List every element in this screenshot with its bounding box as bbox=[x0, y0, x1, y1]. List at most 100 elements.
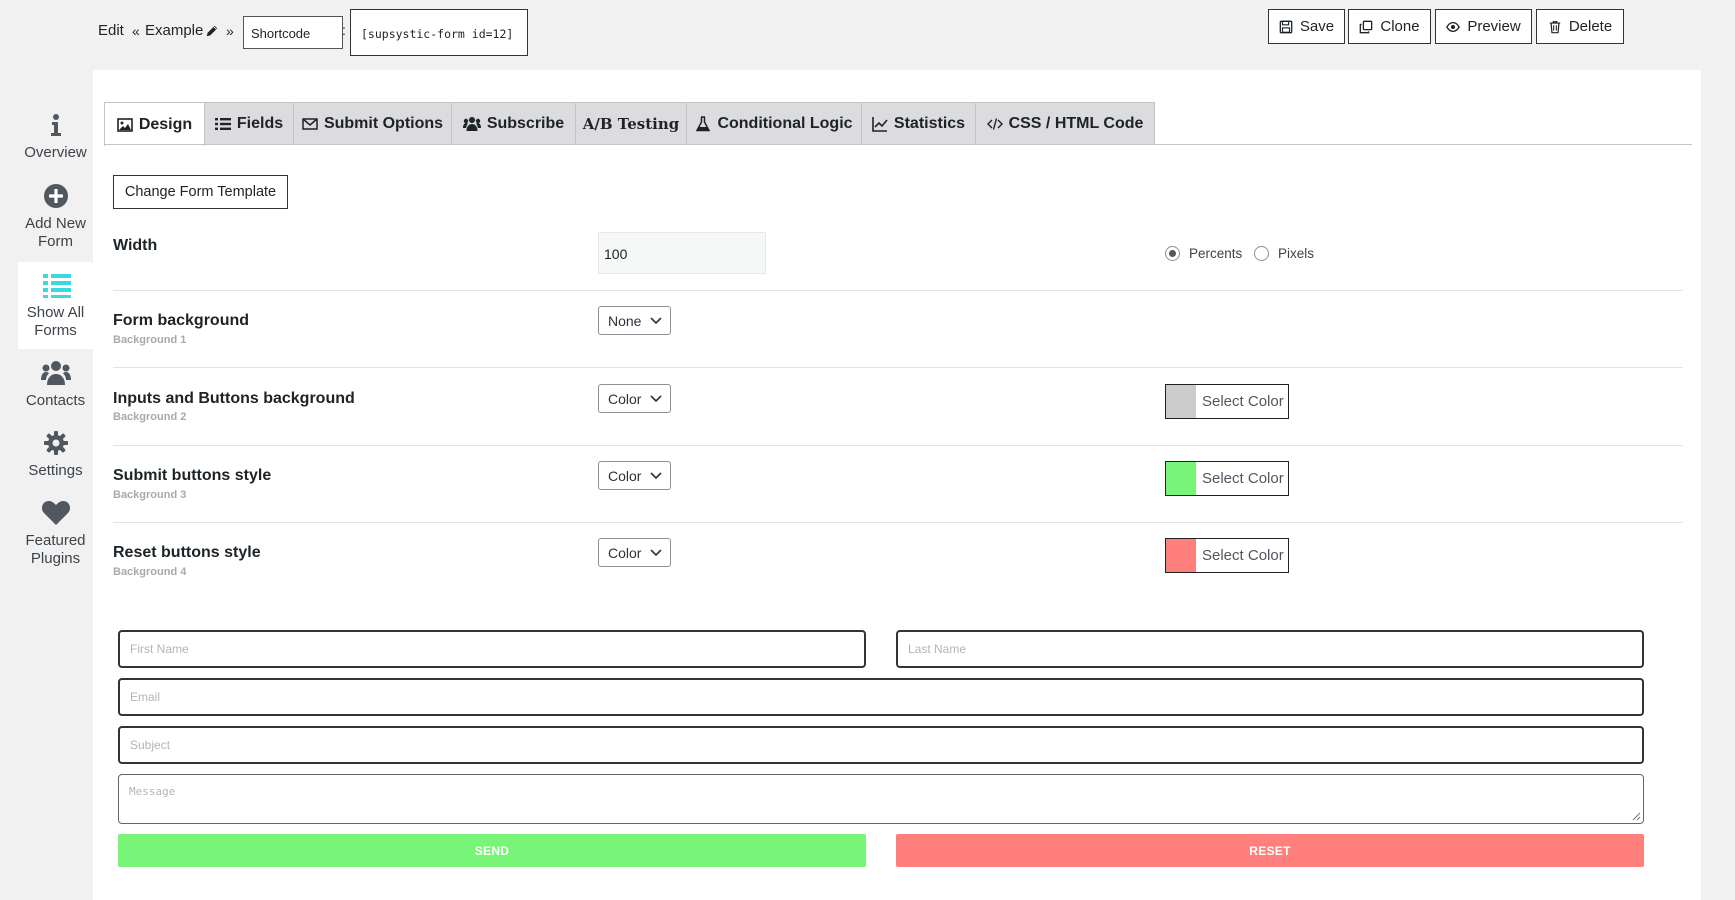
breadcrumb-separator: » bbox=[226, 23, 234, 39]
delete-button-label: Delete bbox=[1568, 18, 1613, 35]
eye-icon bbox=[1446, 20, 1461, 34]
list-icon bbox=[214, 116, 231, 132]
select-color-label: Select Color bbox=[1202, 547, 1284, 564]
form-background-label: Form background bbox=[113, 312, 250, 329]
shortcode-value[interactable]: [supsystic-form id=12] bbox=[350, 9, 528, 56]
tab-label: Subscribe bbox=[486, 115, 565, 132]
breadcrumb-separator: « bbox=[132, 23, 140, 39]
form-background-select[interactable]: None bbox=[598, 306, 671, 335]
trash-icon bbox=[1548, 20, 1562, 34]
tab-conditional-logic[interactable]: Conditional Logic bbox=[687, 102, 862, 145]
tab-design[interactable]: Design bbox=[104, 102, 205, 146]
pixels-radio-label: Pixels bbox=[1278, 246, 1315, 261]
gear-icon bbox=[43, 430, 69, 456]
top-bar: Edit « Example » Shortcode : [supsystic-… bbox=[0, 0, 1735, 60]
tab-ab-testing[interactable]: A/B Testing bbox=[576, 102, 687, 145]
sidebar-item-contacts[interactable]: Contacts bbox=[18, 360, 93, 416]
send-button[interactable]: SEND bbox=[118, 834, 866, 867]
delete-button[interactable]: Delete bbox=[1536, 9, 1624, 44]
row-divider bbox=[113, 445, 1683, 446]
sidebar-item-featured-plugins[interactable]: Featured Plugins bbox=[18, 500, 93, 570]
message-textarea[interactable]: Message bbox=[118, 774, 1644, 824]
tab-label: Fields bbox=[236, 115, 284, 132]
sidebar-item-add-new-form[interactable]: Add New Form bbox=[18, 183, 93, 253]
clone-icon bbox=[1359, 20, 1373, 34]
sidebar-item-label: Add New bbox=[25, 215, 86, 232]
save-button[interactable]: Save bbox=[1268, 9, 1345, 44]
clone-button-label: Clone bbox=[1380, 18, 1420, 35]
sidebar-item-show-all-forms[interactable]: Show All Forms bbox=[18, 262, 93, 349]
tab-label: Conditional Logic bbox=[717, 115, 853, 132]
tab-submit-options[interactable]: Submit Options bbox=[294, 102, 452, 145]
percents-radio-label: Percents bbox=[1189, 246, 1243, 261]
message-placeholder: Message bbox=[129, 785, 176, 798]
tab-statistics[interactable]: Statistics bbox=[862, 102, 976, 145]
users-icon bbox=[40, 360, 71, 386]
submit-buttons-style-label: Submit buttons style bbox=[113, 467, 272, 484]
percents-radio[interactable] bbox=[1165, 246, 1180, 261]
sidebar-item-label: Forms bbox=[34, 322, 77, 339]
last-name-input[interactable]: Last Name bbox=[896, 630, 1644, 668]
color-swatch bbox=[1166, 539, 1196, 572]
inputs-buttons-background-sub: Background 2 bbox=[113, 411, 187, 423]
form-name: Example bbox=[145, 22, 204, 39]
tab-label: Statistics bbox=[893, 115, 966, 132]
change-form-template-button[interactable]: Change Form Template bbox=[113, 175, 288, 209]
code-icon bbox=[986, 116, 1003, 132]
chevron-down-icon bbox=[650, 316, 662, 326]
shortcode-label[interactable]: Shortcode bbox=[243, 16, 343, 49]
inputs-buttons-color-picker[interactable]: Select Color bbox=[1165, 384, 1289, 419]
pixels-radio[interactable] bbox=[1254, 246, 1269, 261]
select-value: Color bbox=[608, 468, 642, 484]
inputs-buttons-background-select[interactable]: Color bbox=[598, 384, 671, 413]
color-swatch bbox=[1166, 385, 1196, 418]
email-input[interactable]: Email bbox=[118, 678, 1644, 716]
tab-subscribe[interactable]: Subscribe bbox=[452, 102, 576, 145]
sidebar-item-label: Contacts bbox=[25, 392, 86, 409]
form-background-sub: Background 1 bbox=[113, 334, 187, 346]
submit-buttons-color-picker[interactable]: Select Color bbox=[1165, 461, 1289, 496]
select-value: None bbox=[608, 313, 642, 329]
pencil-icon[interactable] bbox=[205, 24, 219, 38]
tab-css-html-code[interactable]: CSS / HTML Code bbox=[976, 102, 1155, 145]
preview-button[interactable]: Preview bbox=[1435, 9, 1532, 44]
reset-buttons-style-sub: Background 4 bbox=[113, 566, 187, 578]
chevron-down-icon bbox=[650, 548, 662, 558]
plus-circle-icon bbox=[43, 183, 69, 209]
tab-fields[interactable]: Fields bbox=[205, 102, 294, 145]
sidebar-item-label: Featured bbox=[25, 532, 86, 549]
clone-button[interactable]: Clone bbox=[1348, 9, 1431, 44]
select-color-label: Select Color bbox=[1202, 470, 1284, 487]
subject-input[interactable]: Subject bbox=[118, 726, 1644, 764]
sidebar-item-label: Show All bbox=[26, 304, 85, 321]
users-icon bbox=[462, 116, 481, 132]
submit-buttons-style-select[interactable]: Color bbox=[598, 461, 671, 490]
chart-line-icon bbox=[872, 116, 888, 132]
select-value: Color bbox=[608, 391, 642, 407]
flask-icon bbox=[695, 116, 711, 132]
tab-label: A/B Testing bbox=[582, 115, 680, 133]
resize-handle-icon[interactable] bbox=[1632, 812, 1641, 821]
inputs-buttons-background-label: Inputs and Buttons background bbox=[113, 390, 355, 407]
chevron-down-icon bbox=[650, 394, 662, 404]
reset-buttons-color-picker[interactable]: Select Color bbox=[1165, 538, 1289, 573]
sidebar-item-settings[interactable]: Settings bbox=[18, 430, 93, 486]
select-color-label: Select Color bbox=[1202, 393, 1284, 410]
sidebar-item-label: Settings bbox=[28, 462, 83, 479]
reset-button[interactable]: RESET bbox=[896, 834, 1644, 867]
sidebar-item-label: Plugins bbox=[30, 550, 81, 567]
reset-buttons-style-select[interactable]: Color bbox=[598, 538, 671, 567]
row-divider bbox=[113, 367, 1683, 368]
tabs-divider bbox=[104, 144, 1692, 145]
sidebar-item-overview[interactable]: Overview bbox=[18, 112, 93, 168]
row-divider bbox=[113, 290, 1683, 291]
heart-icon bbox=[41, 500, 71, 526]
first-name-input[interactable]: First Name bbox=[118, 630, 866, 668]
image-icon bbox=[117, 117, 133, 133]
row-divider bbox=[113, 522, 1683, 523]
submit-buttons-style-sub: Background 3 bbox=[113, 489, 187, 501]
tab-label: Submit Options bbox=[323, 115, 444, 132]
info-icon bbox=[43, 112, 69, 138]
save-button-label: Save bbox=[1299, 18, 1335, 35]
width-input[interactable]: 100 bbox=[598, 232, 766, 274]
